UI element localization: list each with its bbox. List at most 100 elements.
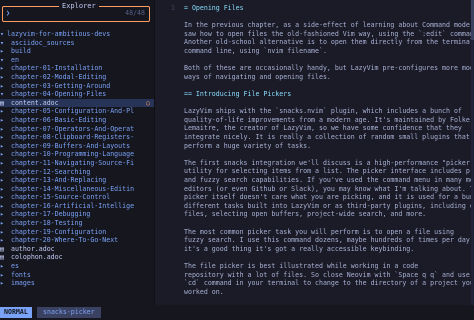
folder-chevron-icon: ▾ [0, 30, 4, 38]
tree-item[interactable]: ▸ es [0, 262, 154, 271]
folder-chevron-icon: ▸ [0, 236, 4, 245]
tree-item[interactable]: ▸ chapter-02-Modal-Editing [0, 73, 154, 82]
editor-buffer[interactable]: = Opening Files In the previous chapter, … [184, 0, 474, 305]
text-line: and fuzzy search capabilities. If you've… [184, 176, 474, 184]
tree-item-label: chapter-13-And-Replacing [7, 176, 107, 185]
tree-item-label: chapter-19-Configuration [7, 227, 107, 236]
tree-item[interactable]: ▾ asciidoc_sources [0, 39, 154, 48]
folder-chevron-icon: ▸ [0, 81, 4, 90]
tree-item-label: chapter-06-Basic-Editing [7, 115, 107, 124]
tree-item[interactable]: ▸ chapter-05-Configuration-And-Pl [0, 107, 154, 116]
folder-chevron-icon: ▸ [0, 210, 4, 219]
tree-item[interactable]: ▸ chapter-19-Configuration [0, 228, 154, 237]
explorer-search-box[interactable]: Explorer ❯ 48/48 [2, 1, 150, 22]
statusline-file: snacks-picker [37, 307, 101, 318]
tree-item-label: chapter-10-Programming-Language [7, 150, 135, 159]
modified-icon: ○ [146, 98, 150, 107]
tree-item[interactable]: ▸ chapter-16-Artificial-Intellige [0, 202, 154, 211]
tree-item-label: chapter-04-Opening-Files [7, 90, 107, 99]
tree-item[interactable]: ▸ chapter-07-Operators-And-Operat [0, 125, 154, 134]
tree-item[interactable]: ▸ chapter-14-Miscellaneous-Editin [0, 185, 154, 194]
tree-item-label: colophon.adoc [7, 253, 63, 262]
text-line: Another old-school alternative is to ope… [184, 38, 474, 47]
folder-chevron-icon: ▸ [0, 72, 4, 81]
folder-chevron-icon: ▸ [0, 64, 4, 73]
tree-item-label: build [7, 47, 31, 56]
tree-item[interactable]: ▸ chapter-06-Basic-Editing [0, 116, 154, 125]
tree-item[interactable]: ▾ en [0, 56, 154, 65]
tree-item-selected[interactable]: ▤ content.adoc ○ [0, 98, 154, 108]
folder-chevron-icon: ▸ [0, 47, 4, 56]
tree-item[interactable]: ▸ chapter-18-Testing [0, 219, 154, 228]
explorer-title: Explorer [59, 1, 99, 11]
tree-item[interactable]: ▸ chapter-17-Debugging [0, 210, 154, 219]
tree-item[interactable]: ▸ chapter-12-Searching [0, 168, 154, 177]
folder-chevron-icon: ▸ [0, 115, 4, 124]
tree-item-label: chapter-18-Testing [7, 219, 83, 228]
text-line: perform a huge variety of tasks. [184, 141, 312, 150]
tree-item-label: chapter-14-Miscellaneous-Editin [7, 184, 135, 193]
tree-item[interactable]: ▸ chapter-09-Buffers-And-Layouts [0, 142, 154, 151]
file-tree: ▾ lazyvim-for-ambitious-devs ▾ asciidoc_so… [0, 30, 154, 288]
folder-chevron-icon: ▸ [0, 227, 4, 236]
tree-item[interactable]: ▾ lazyvim-for-ambitious-devs [0, 30, 154, 39]
tree-item-label: chapter-05-Configuration-And-Pl [7, 107, 135, 116]
folder-chevron-icon: ▸ [0, 184, 4, 193]
folder-chevron-icon: ▸ [0, 193, 4, 202]
folder-chevron-icon: ▸ [0, 279, 4, 288]
folder-chevron-icon: ▸ [0, 201, 4, 210]
explorer-count: 48/48 [125, 9, 145, 17]
tree-item[interactable]: ▸ chapter-20-Where-To-Go-Next [0, 236, 154, 245]
folder-chevron-icon: ▾ [0, 55, 4, 64]
text-line: The most common picker task you will per… [184, 227, 454, 236]
text-line: different tasks built into LazyVim or as… [184, 201, 474, 210]
tree-item[interactable]: ▸ chapter-13-And-Replacing [0, 176, 154, 185]
file-icon: ▤ [0, 244, 4, 253]
heading-line: == Introducing File Pickers [184, 90, 292, 98]
prompt-icon: ❯ [6, 9, 10, 17]
tree-item[interactable]: ▾ chapter-04-Opening-Files [0, 90, 154, 99]
text-line: fuzzy search. I use this command dozens,… [184, 236, 474, 245]
text-line: repository with a lot of files. So close… [184, 270, 474, 279]
tree-item[interactable]: ▸ chapter-11-Navigating-Source-Fi [0, 159, 154, 168]
tree-item[interactable]: ▸ chapter-08-Clipboard-Registers- [0, 133, 154, 142]
text-line: The first snacks integration we'll discu… [184, 158, 474, 167]
tree-item[interactable]: ▸ chapter-01-Installation [0, 64, 154, 73]
tree-item[interactable]: ▤ author.adoc [0, 245, 154, 254]
tree-item-label: lazyvim-for-ambitious-devs [7, 30, 111, 38]
folder-chevron-icon: ▾ [0, 90, 4, 99]
folder-chevron-icon: ▸ [0, 270, 4, 279]
tree-item-label: chapter-02-Modal-Editing [7, 72, 107, 81]
line-number-gutter: 1 [154, 0, 179, 305]
text-line: picker itself doesn't care what you are … [184, 193, 474, 202]
mode-indicator: NORMAL [0, 307, 32, 318]
text-line: In the previous chapter, as a side-effec… [184, 21, 474, 30]
tree-item-label: asciidoc_sources [7, 38, 75, 47]
tree-item[interactable]: ▸ images [0, 279, 154, 288]
text-line: quality-of-life improvements from a mode… [184, 115, 470, 124]
tree-item[interactable]: ▸ fonts [0, 271, 154, 280]
folder-chevron-icon: ▸ [0, 124, 4, 133]
tree-item-label: chapter-03-Getting-Around [7, 81, 111, 90]
text-line: integrate nicely. It is really a collect… [184, 133, 470, 141]
text-line: Both of these are occasionally handy, bu… [184, 64, 474, 73]
tree-item-label: chapter-01-Installation [7, 64, 103, 73]
tree-item[interactable]: ▸ chapter-03-Getting-Around [0, 82, 154, 91]
tree-item-label: chapter-08-Clipboard-Registers- [7, 133, 135, 142]
text-line: it's a good thing it's got a really acce… [184, 244, 415, 253]
text-line: worked on. [184, 287, 224, 296]
tree-item[interactable]: ▤ colophon.adoc [0, 253, 154, 262]
tree-item[interactable]: ▸ chapter-15-Source-Control [0, 193, 154, 202]
folder-chevron-icon: ▸ [0, 219, 4, 228]
tree-item-label: chapter-20-Where-To-Go-Next [7, 236, 119, 245]
tree-item-label: en [7, 55, 19, 64]
folder-chevron-icon: ▸ [0, 176, 4, 185]
text-line: command line, using `nvim filename`. [184, 47, 327, 55]
file-icon: ▤ [0, 98, 4, 107]
statusline: NORMAL snacks-picker [0, 305, 474, 320]
text-line: ways of navigating and opening files. [184, 72, 331, 81]
tree-item[interactable]: ▸ build [0, 47, 154, 56]
tree-item-label: es [7, 262, 19, 271]
tree-item[interactable]: ▸ chapter-10-Programming-Language [0, 150, 154, 159]
text-line: LazyVim ships with the `snacks.nvim` plu… [184, 107, 462, 116]
